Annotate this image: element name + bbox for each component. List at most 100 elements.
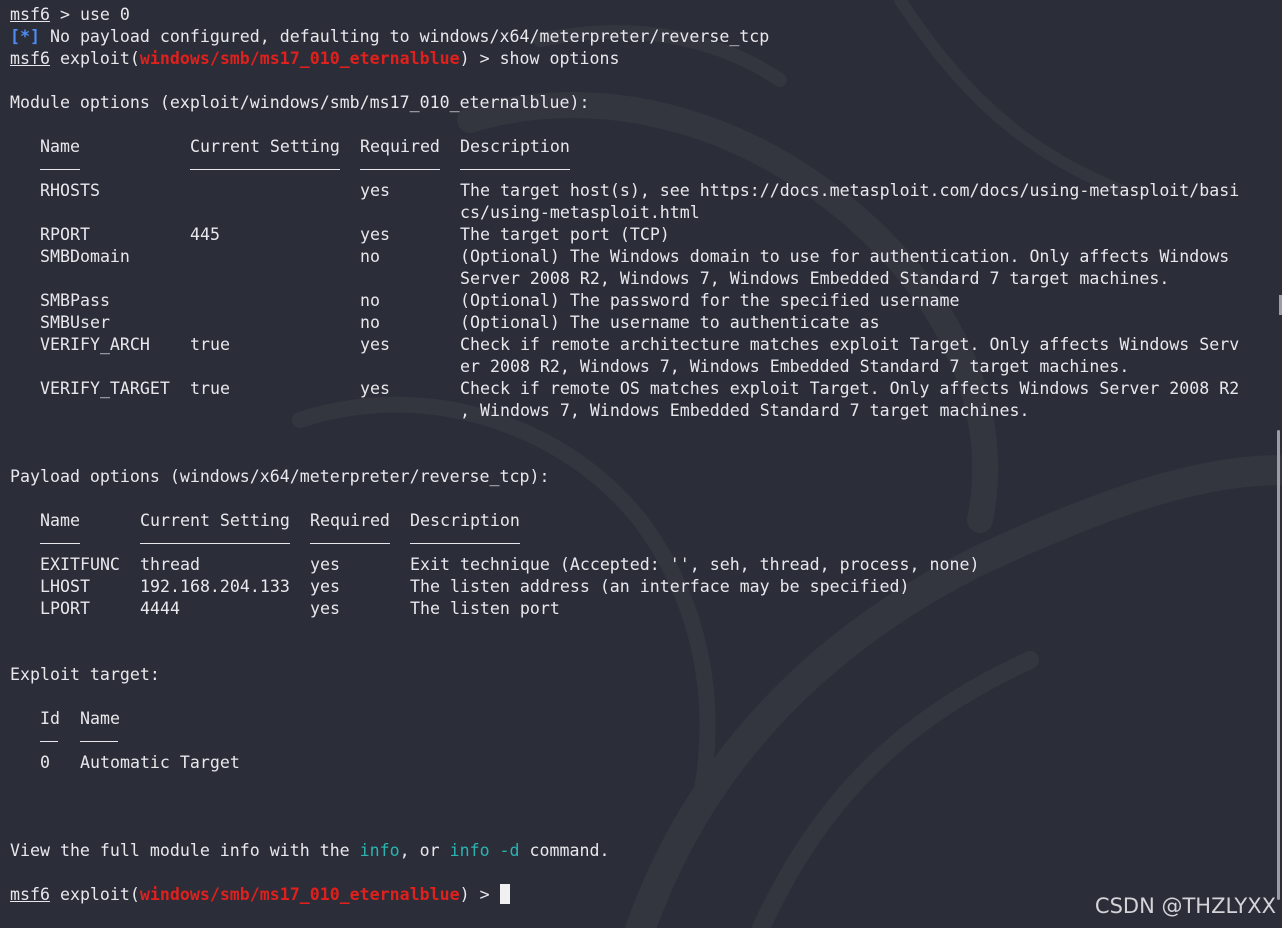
prompt-msf6: msf6 — [10, 49, 50, 68]
option-description-wrap: , Windows 7, Windows Embedded Standard 7… — [460, 401, 1030, 420]
target-id: 0 — [40, 753, 50, 772]
option-setting: 445 — [190, 225, 220, 244]
table-row-continuation: er 2008 R2, Windows 7, Windows Embedded … — [10, 356, 1260, 378]
option-description: (Optional) The password for the specifie… — [460, 291, 960, 310]
option-setting: thread — [140, 555, 200, 574]
option-required: yes — [360, 181, 390, 200]
exploit-target-heading: Exploit target: — [10, 665, 160, 684]
hint-text: command. — [519, 841, 610, 860]
terminal-output[interactable]: msf6 > use 0 [*] No payload configured, … — [10, 4, 1260, 924]
separator-setting — [190, 169, 340, 170]
module-options-header-row: Name Current Setting Required Descriptio… — [10, 136, 1260, 158]
info-command: info — [359, 841, 400, 860]
option-description: The listen address (an interface may be … — [410, 577, 910, 596]
option-description: Check if remote architecture matches exp… — [460, 335, 1240, 354]
info-marker: [*] — [10, 27, 40, 46]
option-description: The target port (TCP) — [460, 225, 670, 244]
separator-name — [40, 543, 80, 544]
table-row: SMBDomain no (Optional) The Windows doma… — [10, 246, 1260, 268]
prompt-exploit-open: exploit( — [49, 885, 140, 904]
table-row: RHOSTS yes The target host(s), see https… — [10, 180, 1260, 202]
option-description-wrap: cs/using-metasploit.html — [460, 203, 700, 222]
column-header-name: Name — [40, 511, 80, 530]
option-name: SMBDomain — [40, 247, 130, 266]
option-description: Exit technique (Accepted: '', seh, threa… — [410, 555, 980, 574]
option-setting: true — [190, 335, 230, 354]
table-row: SMBUser no (Optional) The username to au… — [10, 312, 1260, 334]
payload-options-separator — [10, 532, 1260, 554]
command-line-use: msf6 > use 0 — [10, 4, 130, 26]
prompt-msf6: msf6 — [10, 5, 50, 24]
separator-description — [410, 543, 520, 544]
option-required: yes — [310, 555, 340, 574]
module-options-heading: Module options (exploit/windows/smb/ms17… — [10, 93, 590, 112]
option-name: VERIFY_TARGET — [40, 379, 170, 398]
module-path: windows/smb/ms17_010_eternalblue — [139, 49, 460, 68]
separator-required — [310, 543, 390, 544]
table-row: EXITFUNC thread yes Exit technique (Acce… — [10, 554, 1260, 576]
exploit-target-header-row: Id Name — [10, 708, 1260, 730]
separator-required — [360, 169, 440, 170]
option-setting: true — [190, 379, 230, 398]
table-row: RPORT 445 yes The target port (TCP) — [10, 224, 1260, 246]
target-name: Automatic Target — [80, 753, 240, 772]
table-row-continuation: cs/using-metasploit.html — [10, 202, 1260, 224]
active-prompt[interactable]: msf6 exploit(windows/smb/ms17_010_eterna… — [10, 884, 510, 906]
column-header-description: Description — [460, 137, 570, 156]
option-description-wrap: Server 2008 R2, Windows 7, Windows Embed… — [460, 269, 1170, 288]
table-row: LHOST 192.168.204.133 yes The listen add… — [10, 576, 1260, 598]
column-header-required: Required — [310, 511, 390, 530]
command-line-show-options: msf6 exploit(windows/smb/ms17_010_eterna… — [10, 48, 619, 70]
option-required: no — [360, 291, 380, 310]
separator-setting — [140, 543, 290, 544]
column-header-required: Required — [360, 137, 440, 156]
separator-id — [40, 741, 58, 742]
option-description: (Optional) The username to authenticate … — [460, 313, 880, 332]
table-row: 0 Automatic Target — [10, 752, 1260, 774]
vertical-scrollbar[interactable] — [1277, 430, 1280, 900]
option-name: LHOST — [40, 577, 90, 596]
info-text: No payload configured, defaulting to win… — [39, 27, 770, 46]
option-setting: 4444 — [140, 599, 180, 618]
option-name: SMBPass — [40, 291, 110, 310]
separator-name — [40, 169, 80, 170]
table-row-continuation: , Windows 7, Windows Embedded Standard 7… — [10, 400, 1260, 422]
table-row: LPORT 4444 yes The listen port — [10, 598, 1260, 620]
option-name: LPORT — [40, 599, 90, 618]
option-name: VERIFY_ARCH — [40, 335, 150, 354]
prompt-exploit-open: exploit( — [49, 49, 140, 68]
info-d-command: info -d — [449, 841, 520, 860]
column-header-id: Id — [40, 709, 60, 728]
option-required: no — [360, 313, 380, 332]
option-required: yes — [360, 335, 390, 354]
column-header-description: Description — [410, 511, 520, 530]
option-required: yes — [310, 599, 340, 618]
table-row: SMBPass no (Optional) The password for t… — [10, 290, 1260, 312]
prompt-exploit-close: ) > — [459, 49, 500, 68]
watermark: CSDN @THZLYXX — [1094, 894, 1276, 918]
prompt-arrow: > — [49, 5, 80, 24]
table-row: VERIFY_TARGET true yes Check if remote O… — [10, 378, 1260, 400]
option-description-wrap: er 2008 R2, Windows 7, Windows Embedded … — [460, 357, 1130, 376]
command-text: show options — [499, 49, 620, 68]
option-description: (Optional) The Windows domain to use for… — [460, 247, 1230, 266]
option-description: The listen port — [410, 599, 560, 618]
text-cursor[interactable] — [499, 884, 510, 904]
command-text: use 0 — [79, 5, 130, 24]
hint-text: View the full module info with the — [10, 841, 360, 860]
info-message: [*] No payload configured, defaulting to… — [10, 26, 769, 48]
column-header-name: Name — [80, 709, 120, 728]
option-name: SMBUser — [40, 313, 110, 332]
column-header-setting: Current Setting — [140, 511, 290, 530]
module-info-hint: View the full module info with the info,… — [10, 840, 609, 862]
table-row: VERIFY_ARCH true yes Check if remote arc… — [10, 334, 1260, 356]
hint-text: , or — [399, 841, 450, 860]
option-required: yes — [310, 577, 340, 596]
prompt-exploit-close: ) > — [459, 885, 500, 904]
option-description: Check if remote OS matches exploit Targe… — [460, 379, 1240, 398]
module-options-separator — [10, 158, 1260, 180]
option-name: EXITFUNC — [40, 555, 120, 574]
option-description: The target host(s), see https://docs.met… — [460, 181, 1240, 200]
option-required: no — [360, 247, 380, 266]
option-required: yes — [360, 225, 390, 244]
